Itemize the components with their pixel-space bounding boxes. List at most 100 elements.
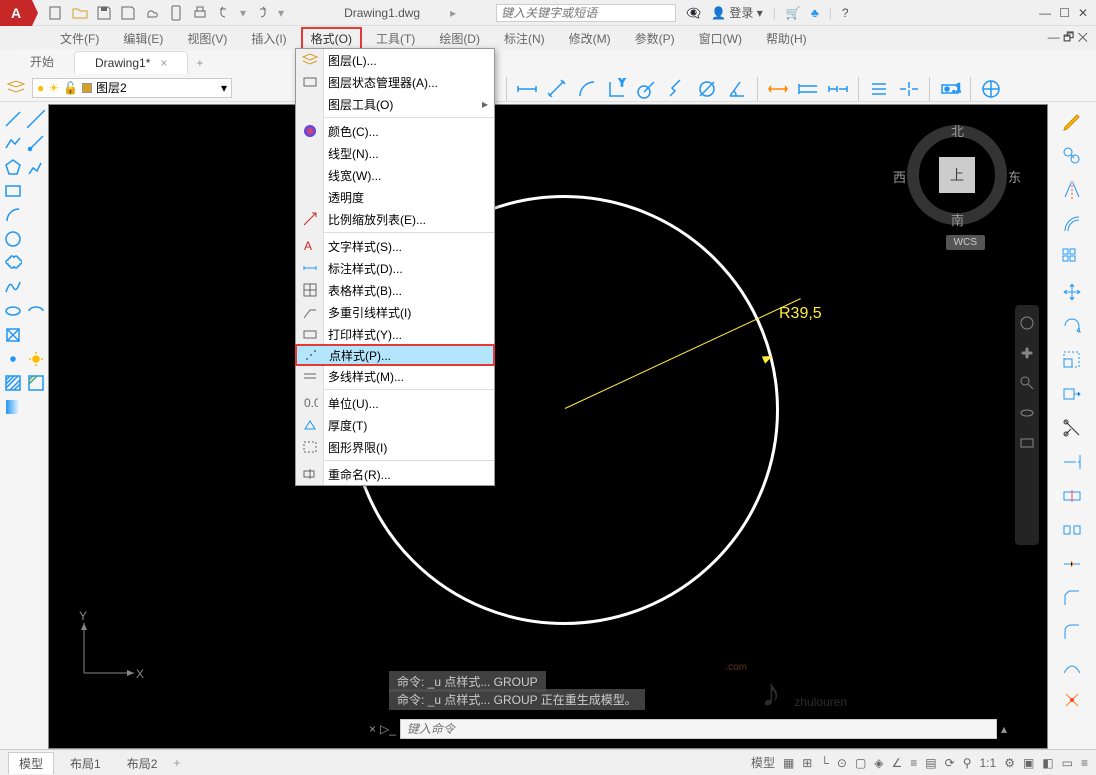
dd-rename[interactable]: 重命名(R)... <box>296 463 494 485</box>
dd-table-style[interactable]: 表格样式(B)... <box>296 279 494 301</box>
pan-icon[interactable] <box>1019 345 1035 361</box>
sb-otrack-icon[interactable]: ∠ <box>892 756 903 770</box>
break-tool[interactable] <box>1058 482 1086 510</box>
maximize-button[interactable]: ☐ <box>1059 6 1070 20</box>
tab-drawing1[interactable]: Drawing1*× <box>74 51 188 74</box>
dd-color[interactable]: 颜色(C)... <box>296 120 494 142</box>
dim-ordinate-icon[interactable]: Y <box>603 75 631 103</box>
sb-gear-icon[interactable]: ⚙ <box>1004 756 1015 770</box>
dim-continue-icon[interactable] <box>824 75 852 103</box>
cmd-close-icon[interactable]: × <box>369 722 376 736</box>
fillet-tool[interactable] <box>1058 618 1086 646</box>
menu-view[interactable]: 视图(V) <box>177 27 237 50</box>
save-icon[interactable] <box>96 5 112 21</box>
layer-dropdown[interactable]: ● ☀ 🔓 图层2 ▾ <box>32 78 232 98</box>
sb-custom-icon[interactable]: ≡ <box>1081 756 1088 770</box>
layout1-tab[interactable]: 布局1 <box>60 752 111 774</box>
dim-break-icon[interactable] <box>895 75 923 103</box>
sb-osnap-icon[interactable]: ▢ <box>855 756 866 770</box>
pencil-tool[interactable] <box>1058 108 1086 136</box>
dd-thickness[interactable]: 厚度(T) <box>296 414 494 436</box>
tab-close-icon[interactable]: × <box>160 56 167 70</box>
dim-radius-icon[interactable] <box>633 75 661 103</box>
explode-tool[interactable] <box>1058 686 1086 714</box>
rotate-tool[interactable] <box>1058 312 1086 340</box>
minimize-button[interactable]: — <box>1039 6 1051 20</box>
dim-space-icon[interactable] <box>865 75 893 103</box>
new-icon[interactable] <box>48 5 64 21</box>
redo-icon[interactable] <box>254 5 270 21</box>
line-tool[interactable] <box>2 108 23 130</box>
mobile-icon[interactable] <box>168 5 184 21</box>
open-icon[interactable] <box>72 5 88 21</box>
app-logo[interactable]: A <box>0 0 32 26</box>
layer-props-button[interactable] <box>4 76 28 100</box>
ray-tool[interactable] <box>25 132 46 154</box>
dim-baseline-icon[interactable] <box>794 75 822 103</box>
dd-scale-list[interactable]: 比例缩放列表(E)... <box>296 208 494 230</box>
help-icon[interactable]: ? <box>842 6 849 20</box>
layout-add-button[interactable]: + <box>173 756 180 770</box>
revcloud-tool[interactable] <box>2 252 23 274</box>
cmd-prompt-icon[interactable]: ▷_ <box>380 722 396 736</box>
offset-tool[interactable] <box>1058 210 1086 238</box>
dd-mline-style[interactable]: 多线样式(M)... <box>296 365 494 387</box>
dd-layer-state[interactable]: 图层状态管理器(A)... <box>296 71 494 93</box>
mdi-close[interactable]: ✕ <box>1078 30 1088 44</box>
dd-linetype[interactable]: 线型(N)... <box>296 142 494 164</box>
dd-point-style[interactable]: 点样式(P)... <box>295 344 495 366</box>
scale-tool[interactable] <box>1058 346 1086 374</box>
move-tool[interactable] <box>1058 278 1086 306</box>
sb-lwt-icon[interactable]: ≡ <box>910 756 917 770</box>
dim-arc-icon[interactable] <box>573 75 601 103</box>
block-tool[interactable] <box>2 324 23 346</box>
command-input[interactable] <box>400 719 997 739</box>
wcs-badge[interactable]: WCS <box>946 235 985 250</box>
hatch2-tool[interactable] <box>25 372 46 394</box>
signin-button[interactable]: 👤 登录 ▾ <box>711 4 763 21</box>
sb-grid-icon[interactable]: ▦ <box>783 756 794 770</box>
sb-polar-icon[interactable]: ⊙ <box>837 756 847 770</box>
dim-diameter-icon[interactable] <box>693 75 721 103</box>
dd-lineweight[interactable]: 线宽(W)... <box>296 164 494 186</box>
sb-transp-icon[interactable]: ▤ <box>925 756 936 770</box>
dim-jogged-icon[interactable] <box>663 75 691 103</box>
sb-monitor-icon[interactable]: ◧ <box>1042 756 1053 770</box>
menu-format[interactable]: 格式(O) <box>301 27 362 50</box>
dd-units[interactable]: 0.0单位(U)... <box>296 392 494 414</box>
trim-tool[interactable] <box>1058 414 1086 442</box>
drawing-canvas[interactable]: 上 北 南 东 西 WCS R39,5 X Y 命令: _u 点 <box>48 104 1048 749</box>
menu-parametric[interactable]: 参数(P) <box>625 27 685 50</box>
array-tool[interactable] <box>1058 244 1086 272</box>
dd-text-style[interactable]: A文字样式(S)... <box>296 235 494 257</box>
sb-snap-icon[interactable]: ⊞ <box>802 756 812 770</box>
break2-tool[interactable] <box>1058 516 1086 544</box>
zoom-icon[interactable] <box>1019 375 1035 391</box>
infocenter-icon[interactable]: 👁‍🗨 <box>686 6 701 20</box>
tolerance-icon[interactable]: .1 <box>936 75 964 103</box>
chamfer-tool[interactable] <box>1058 584 1086 612</box>
saveas-icon[interactable] <box>120 5 136 21</box>
undo-icon[interactable] <box>216 5 232 21</box>
center-mark-icon[interactable] <box>977 75 1005 103</box>
model-tab[interactable]: 模型 <box>8 752 54 774</box>
gradient-tool[interactable] <box>2 396 23 418</box>
viewcube[interactable]: 上 北 南 东 西 <box>907 125 1007 225</box>
dd-dim-style[interactable]: 标注样式(D)... <box>296 257 494 279</box>
sb-model[interactable]: 模型 <box>751 754 775 771</box>
arc-tool[interactable] <box>2 204 23 226</box>
menu-draw[interactable]: 绘图(D) <box>429 27 490 50</box>
dd-layer[interactable]: 图层(L)... <box>296 49 494 71</box>
spline-tool[interactable] <box>2 276 23 298</box>
dd-limits[interactable]: 图形界限(I) <box>296 436 494 458</box>
tab-add-button[interactable]: + <box>188 52 211 74</box>
viewcube-top[interactable]: 上 <box>939 157 975 193</box>
menu-insert[interactable]: 插入(I) <box>241 27 296 50</box>
mdi-restore[interactable]: 🗗 <box>1063 30 1074 44</box>
dim-aligned-icon[interactable] <box>543 75 571 103</box>
blend-tool[interactable] <box>1058 652 1086 680</box>
sb-3dosnap-icon[interactable]: ◈ <box>874 756 883 770</box>
showmotion-icon[interactable] <box>1019 435 1035 451</box>
xline-tool[interactable] <box>25 108 46 130</box>
mirror-tool[interactable] <box>1058 176 1086 204</box>
